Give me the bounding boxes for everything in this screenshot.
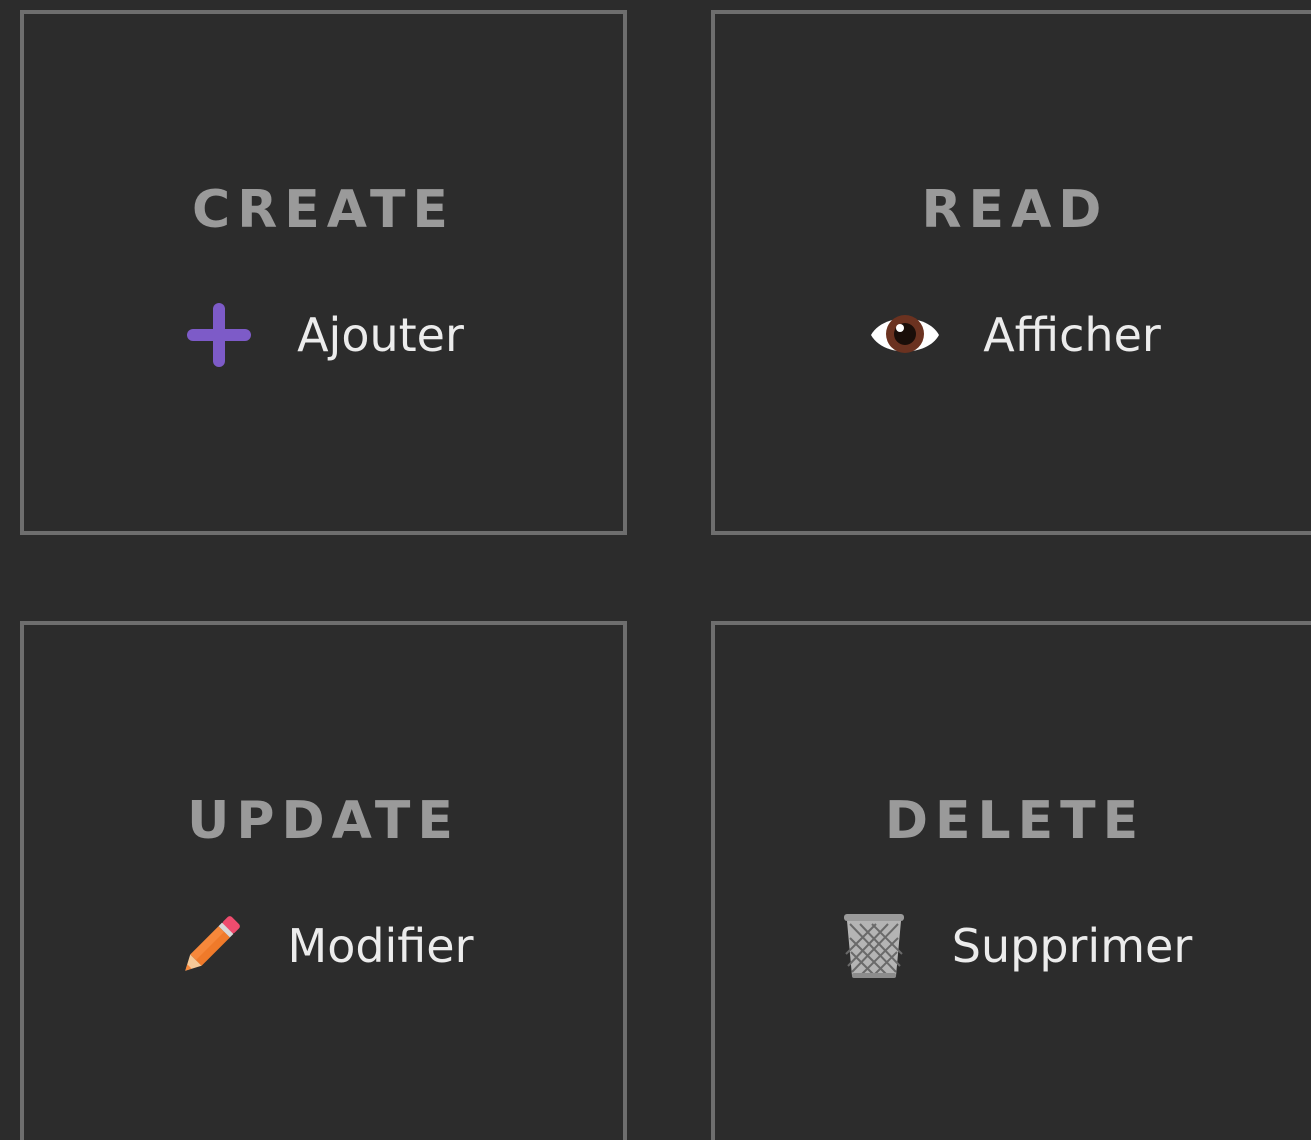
- delete-action[interactable]: Supprimer: [715, 913, 1311, 979]
- delete-title: DELETE: [884, 791, 1146, 851]
- read-action-label: Afficher: [983, 308, 1161, 362]
- update-action[interactable]: Modifier: [24, 913, 623, 979]
- eye-icon: [871, 315, 940, 353]
- create-action-label: Ajouter: [297, 308, 464, 362]
- plus-icon: [187, 303, 252, 367]
- read-title: READ: [921, 180, 1109, 240]
- wastebasket-icon: [843, 914, 904, 978]
- read-card[interactable]: READ Afficher: [711, 10, 1311, 535]
- create-action[interactable]: Ajouter: [24, 302, 623, 368]
- update-action-label: Modifier: [287, 919, 474, 973]
- delete-action-label: Supprimer: [951, 919, 1193, 973]
- create-card[interactable]: CREATE Ajouter: [20, 10, 627, 535]
- create-title: CREATE: [192, 180, 455, 240]
- update-card[interactable]: UPDATE Modifier: [20, 621, 627, 1140]
- crud-menu: CREATE Ajouter READ Afficher UPDATE Modi…: [0, 0, 1311, 1140]
- read-action[interactable]: Afficher: [715, 302, 1311, 368]
- delete-card[interactable]: DELETE Supprimer: [711, 621, 1311, 1140]
- pencil-icon: [184, 916, 240, 971]
- update-title: UPDATE: [187, 791, 460, 851]
